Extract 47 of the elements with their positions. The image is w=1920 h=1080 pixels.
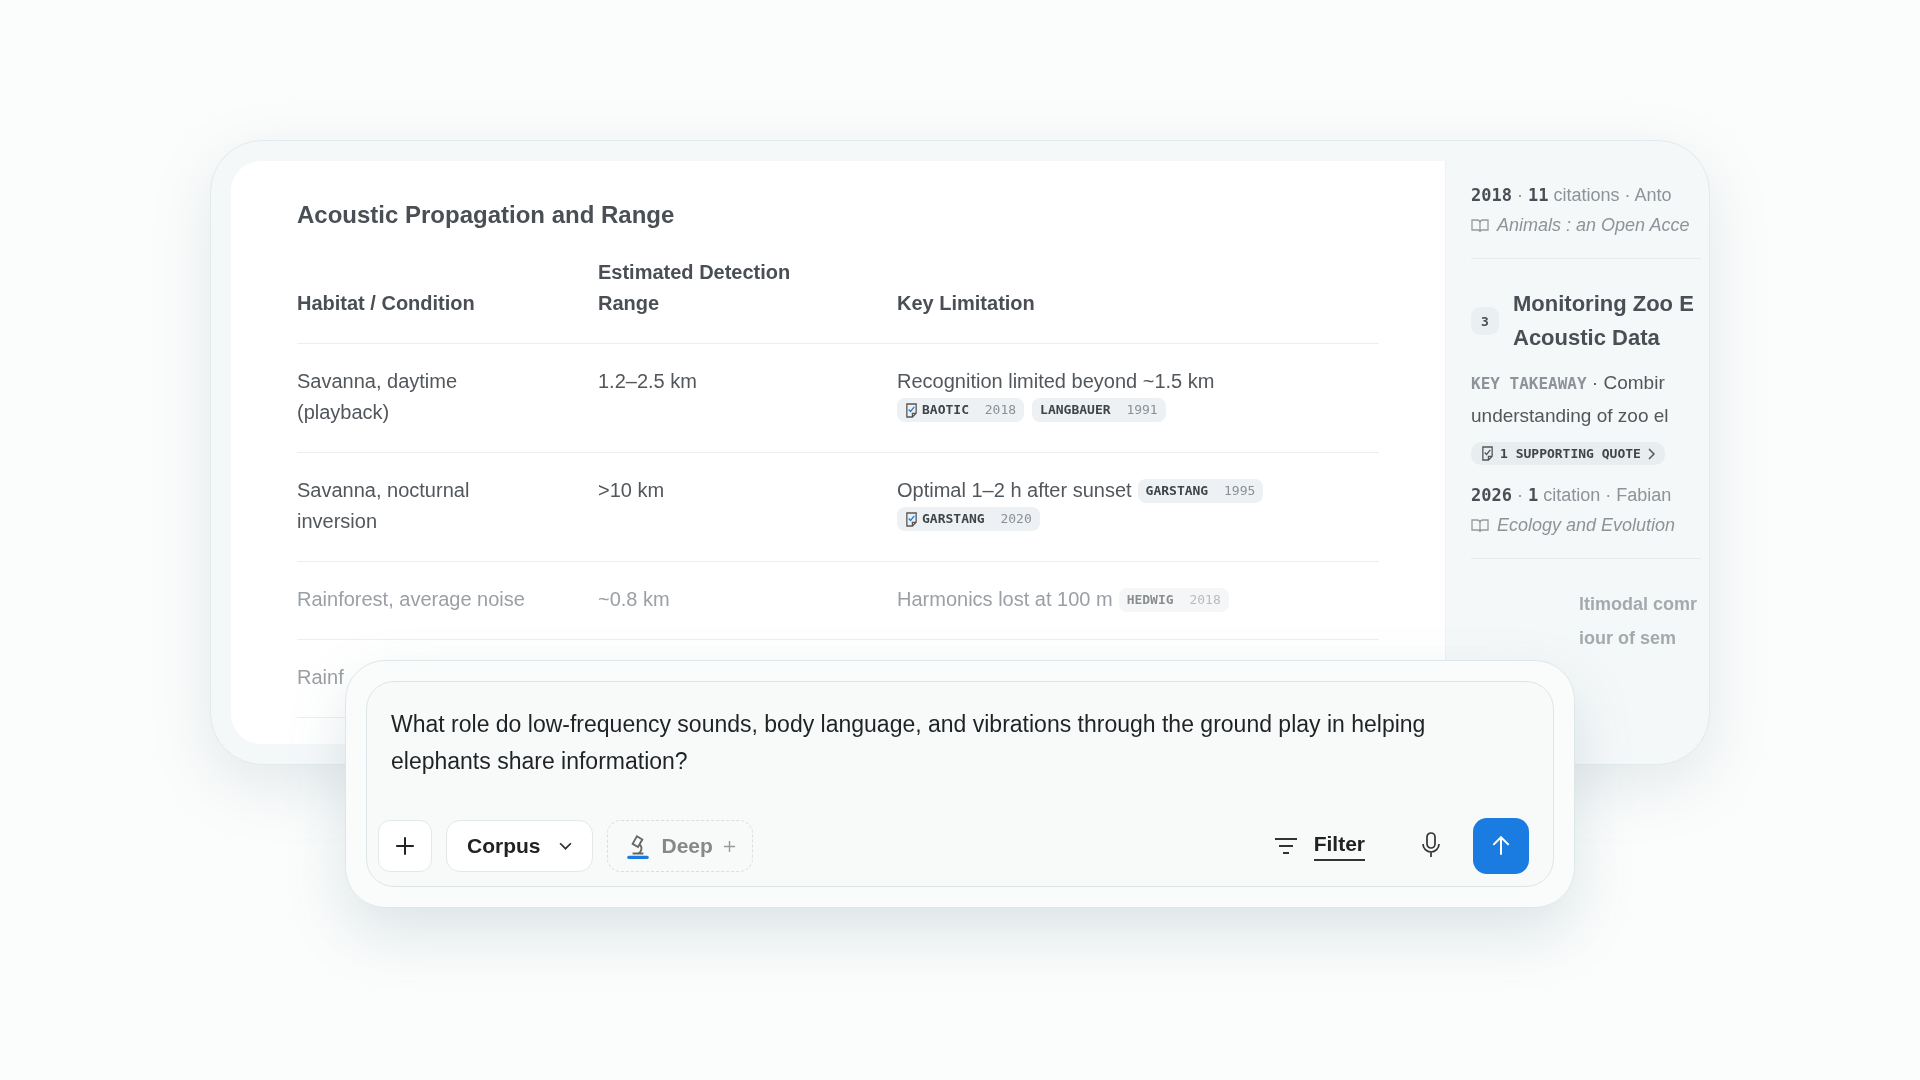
table-cell-text: Rainf: [297, 665, 345, 690]
book-icon: [1471, 518, 1489, 533]
chevron-right-icon: [1646, 447, 1655, 460]
book-icon: [1471, 218, 1489, 233]
add-button[interactable]: [378, 820, 432, 872]
paper-title[interactable]: Monitoring Zoo E: [1513, 287, 1694, 321]
paper-meta: 2018 · 11 citations · Anto: [1471, 184, 1673, 207]
table-cell-text: Harmonics lost at 100 m: [897, 587, 1113, 612]
paper-title: ltimodal comr: [1579, 593, 1698, 616]
column-header: Habitat / Condition: [297, 291, 476, 316]
takeaway-text: KEY TAKEAWAY · Combir: [1471, 371, 1666, 395]
table-cell-text: ~0.8 km: [598, 587, 671, 612]
quote-icon: [905, 511, 918, 527]
paper-title[interactable]: Acoustic Data: [1513, 321, 1694, 355]
journal-name: Ecology and Evolution: [1497, 515, 1676, 536]
filter-icon: [1273, 837, 1298, 855]
table-cell-text: Savanna, nocturnal inversion: [297, 478, 471, 534]
table-cell-text: Optimal 1–2 h after sunset: [897, 478, 1132, 503]
paper-number: 3: [1471, 307, 1499, 335]
plus-icon: [722, 839, 736, 853]
chevron-down-icon: [558, 841, 572, 851]
column-header: Key Limitation: [897, 291, 1036, 316]
journal-name: Animals : an Open Acce: [1497, 215, 1690, 236]
prompt-text[interactable]: What role do low-frequency sounds, body language, and vibrations through the ground play in helping elephants share information?: [391, 706, 1529, 780]
quote-icon: [1481, 446, 1494, 461]
table-cell-text: >10 km: [598, 478, 666, 503]
column-header: Estimated Detection Range: [598, 260, 792, 316]
citation-chip[interactable]: GARSTANG 2020: [897, 507, 1040, 531]
paper-title: iour of sem: [1579, 627, 1676, 650]
citation-chip[interactable]: LANGBAUER 1991: [1032, 398, 1166, 422]
plus-icon: [394, 835, 416, 857]
citation-chip[interactable]: GARSTANG 1995: [1137, 478, 1264, 503]
filter-button[interactable]: Filter: [1267, 830, 1371, 862]
supporting-quote-chip[interactable]: 1 SUPPORTING QUOTE: [1471, 442, 1665, 465]
paper-meta: 2026 · 1 citation · Fabian: [1471, 484, 1673, 507]
corpus-dropdown[interactable]: Corpus: [446, 820, 593, 872]
section-title: Acoustic Propagation and Range: [297, 201, 676, 229]
table-cell-text: 1.2–2.5 km: [598, 369, 698, 394]
arrow-up-icon: [1490, 835, 1512, 857]
quote-icon: [905, 402, 918, 418]
table-cell-text: Rainforest, average noise: [297, 587, 526, 612]
citation-chip[interactable]: BAOTIC 2018: [897, 398, 1025, 422]
table-cell-text: Savanna, daytime (playback): [297, 369, 459, 425]
microphone-icon: [1421, 831, 1441, 858]
takeaway-text: understanding of zoo el: [1471, 404, 1670, 428]
table-cell-text: Recognition limited beyond ~1.5 km: [897, 369, 1215, 394]
send-button[interactable]: [1473, 818, 1529, 874]
